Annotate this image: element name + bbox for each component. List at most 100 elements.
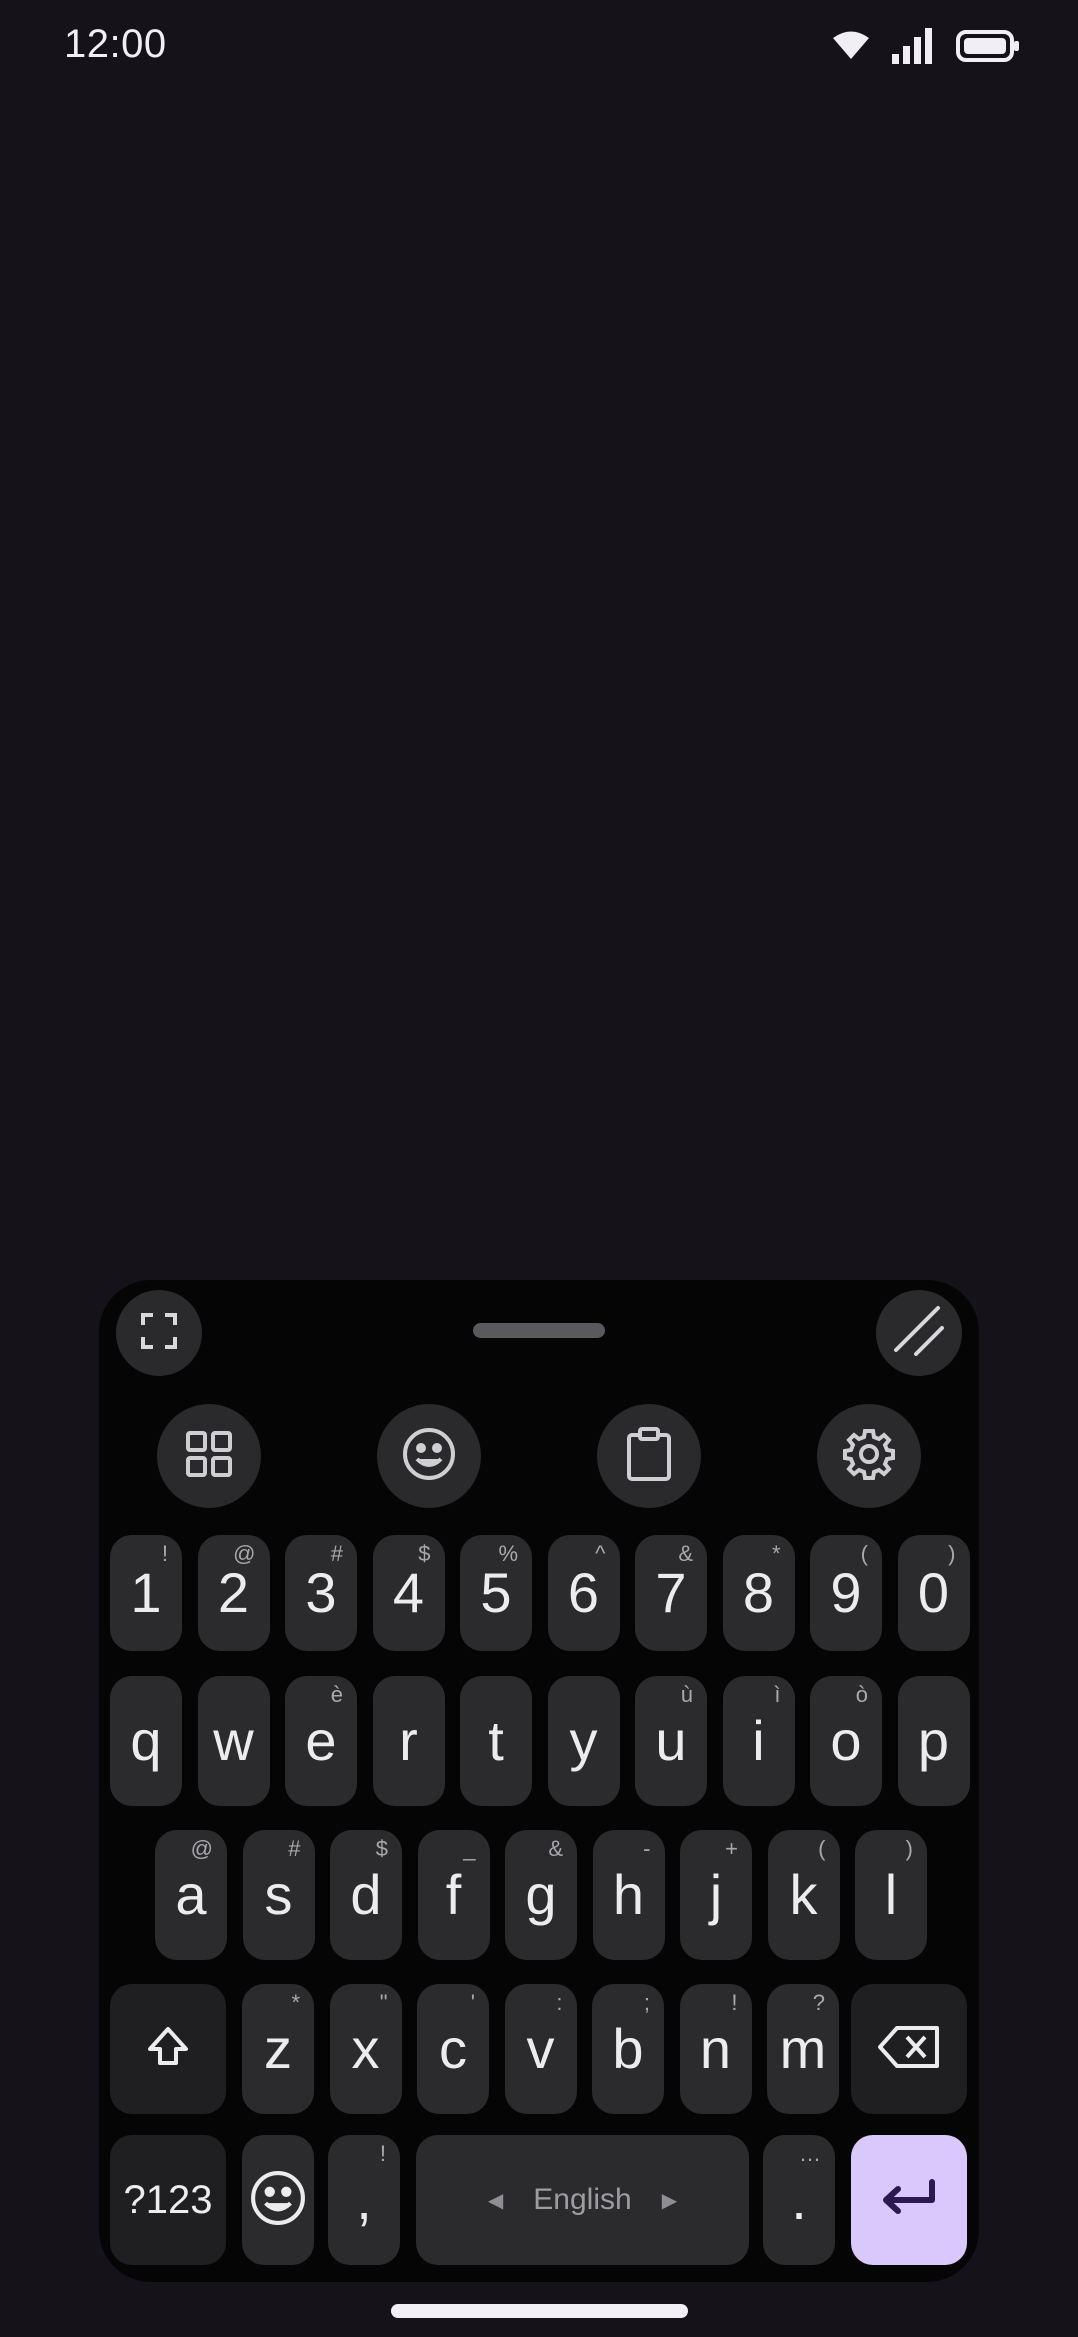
key-label: g [525,1863,557,1926]
key-hint: ! [161,1541,168,1566]
settings-icon [842,1427,896,1486]
key-label: 9 [830,1561,862,1624]
key-f[interactable]: f _ [417,1830,490,1960]
key-m[interactable]: m? [767,1984,839,2114]
key-hint: : [556,1990,563,2015]
space-key[interactable]: ◀ English ▶ [416,2135,749,2265]
key-label: x [351,2017,380,2080]
emoji-key[interactable] [242,2135,314,2265]
key-t[interactable]: t [460,1676,532,1806]
comma-key-hint: ! [379,2141,386,2166]
key-y[interactable]: y [547,1676,620,1806]
key-hint: " [379,1990,388,2015]
key-o[interactable]: oò [810,1676,882,1806]
key-v[interactable]: v: [504,1984,577,2114]
clipboard-button[interactable] [597,1404,701,1508]
drag-handle[interactable] [473,1323,605,1338]
backspace-key[interactable] [851,1984,967,2114]
key-3[interactable]: 3 # [285,1535,357,1651]
key-4[interactable]: 4 $ [372,1535,445,1651]
key-hint: * [771,1541,781,1566]
shift-key[interactable] [110,1984,226,2114]
key-label: d [350,1863,382,1926]
key-label: n [699,2017,732,2080]
home-indicator[interactable] [391,2304,688,2318]
key-label: y [569,1709,598,1772]
key-q[interactable]: q [110,1676,182,1806]
key-hint: ; [643,1990,650,2015]
key-label: t [488,1709,504,1772]
emoji-key-icon [250,2170,306,2231]
key-hint: % [498,1541,518,1566]
emoji-button[interactable] [377,1404,481,1508]
key-hint: ' [470,1990,475,2015]
key-c[interactable]: c ' [417,1984,489,2114]
comma-key-label: , [356,2168,372,2231]
key-hint: ^ [595,1541,606,1566]
key-label: e [305,1709,337,1772]
key-label: 8 [742,1561,775,1624]
key-0[interactable]: 0) [897,1535,970,1651]
key-z[interactable]: z * [242,1984,314,2114]
fullscreen-button[interactable] [116,1290,202,1376]
key-hint: ? [812,1990,825,2015]
key-label: s [264,1863,293,1926]
language-right-arrow-icon: ▶ [661,2189,678,2212]
key-label: h [612,1863,645,1926]
period-key[interactable]: . … [763,2135,835,2265]
keyboard: 1! 2 @3 #4 $5% 6 ^ 7 & 8 * 9(0) q w e è r t y u ù i ì o ò p a @ s # d $… [99,1280,979,2282]
key-b[interactable]: b; [592,1984,664,2114]
key-x[interactable]: x " [329,1984,402,2114]
key-label: 3 [305,1561,337,1624]
key-hint: ù [680,1682,693,1707]
key-2[interactable]: 2 @ [197,1535,270,1651]
symbols-key-label: ?123 [123,2177,213,2222]
key-n[interactable]: n! [679,1984,752,2114]
key-s[interactable]: s # [242,1830,315,1960]
status-bar: 12:00 [0,0,1078,96]
symbols-key[interactable]: ?123 [110,2135,226,2265]
key-label: u [655,1709,687,1772]
key-h[interactable]: h- [592,1830,665,1960]
key-label: v [526,2017,555,2080]
key-l[interactable]: l) [855,1830,927,1960]
wifi-icon [832,31,870,61]
key-d[interactable]: d $ [330,1830,402,1960]
key-label: 4 [392,1561,425,1624]
key-label: w [213,1709,254,1772]
key-5[interactable]: 5% [460,1535,532,1651]
key-hint: ) [948,1541,956,1566]
key-j[interactable]: j + [680,1830,752,1960]
grid-button[interactable] [157,1404,261,1508]
key-label: p [917,1709,950,1772]
enter-key[interactable] [851,2135,967,2265]
key-i[interactable]: iì [722,1676,795,1806]
key-e[interactable]: eè [285,1676,357,1806]
key-p[interactable]: p [897,1676,970,1806]
fullscreen-icon [141,1312,177,1354]
key-label: f [445,1863,462,1926]
key-g[interactable]: g & [505,1830,577,1960]
key-label: 5 [480,1561,512,1624]
key-6[interactable]: 6 ^ [547,1535,620,1651]
key-8[interactable]: 8 * [722,1535,795,1651]
key-hint: ì [774,1682,781,1707]
comma-key[interactable]: , ! [328,2135,400,2265]
key-9[interactable]: 9( [810,1535,882,1651]
status-icons [832,28,1020,64]
key-w[interactable]: w [197,1676,270,1806]
key-label: 1 [130,1561,162,1624]
space-key-language: English [533,2183,632,2216]
key-1[interactable]: 1! [110,1535,182,1651]
key-k[interactable]: k( [767,1830,840,1960]
key-a[interactable]: a @ [155,1830,227,1960]
key-label: 7 [655,1561,687,1624]
key-r[interactable]: r [372,1676,445,1806]
key-7[interactable]: 7 & [635,1535,707,1651]
key-label: z [264,2017,292,2080]
key-hint: & [548,1836,563,1861]
resize-button[interactable] [876,1290,962,1376]
settings-button[interactable] [817,1404,921,1508]
key-u[interactable]: uù [635,1676,707,1806]
language-left-arrow-icon: ◀ [487,2189,504,2212]
